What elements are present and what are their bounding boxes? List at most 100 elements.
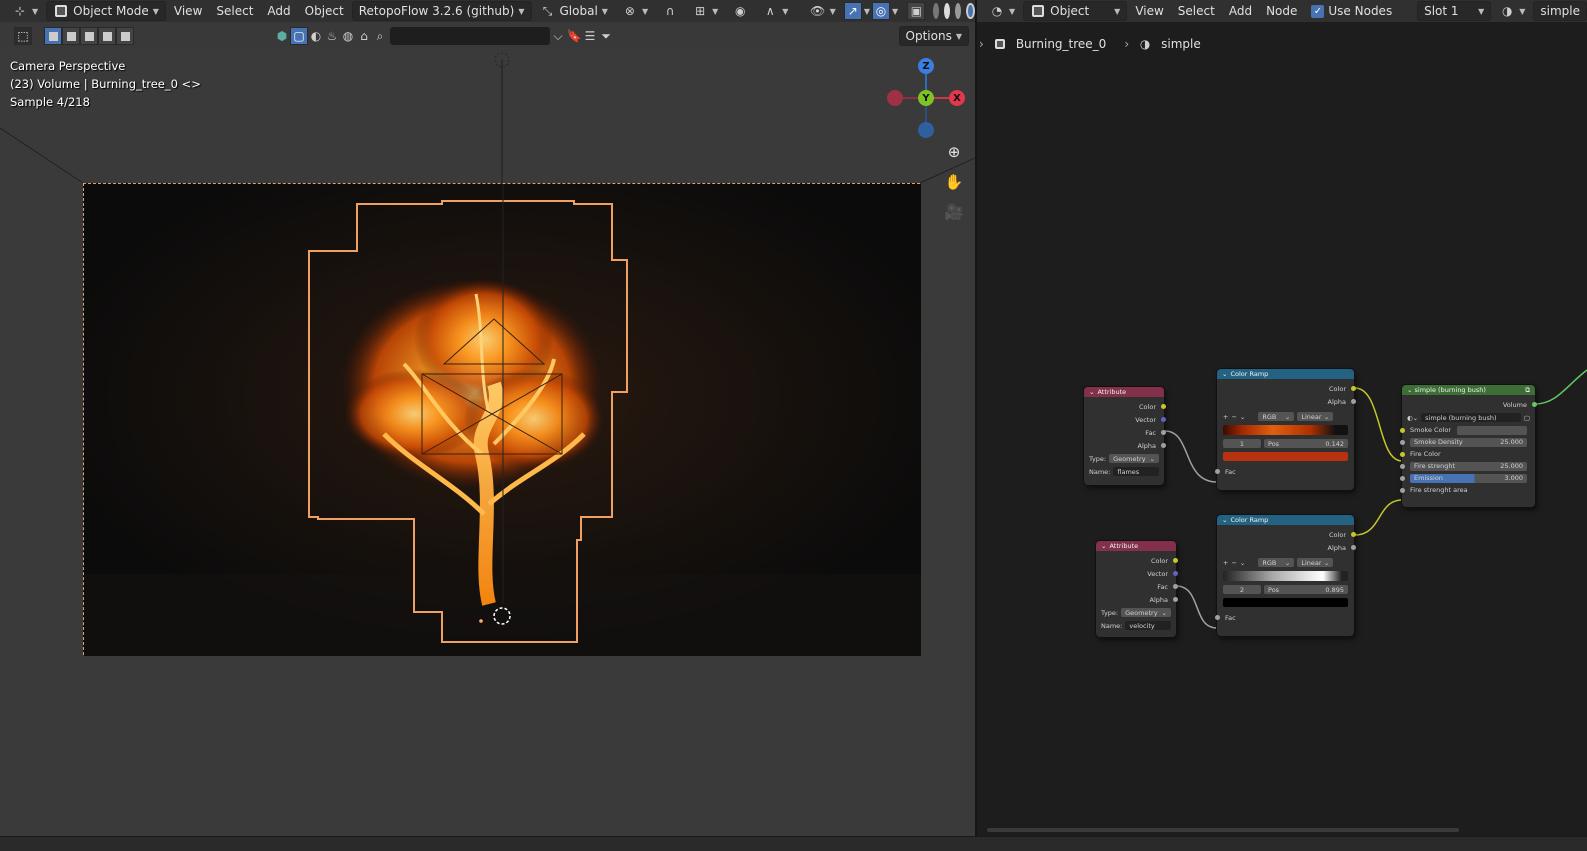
- editor-type-button[interactable]: ◔ ▼: [983, 1, 1021, 21]
- collapse-arrow-icon[interactable]: ⌄: [1089, 388, 1094, 396]
- node-title: simple (burning bush): [1414, 386, 1486, 394]
- shader-type-dropdown[interactable]: Object ▼: [1023, 1, 1128, 21]
- menu-select[interactable]: Select: [1172, 1, 1221, 21]
- socket-icon[interactable]: [1161, 430, 1166, 435]
- smoke-density-field[interactable]: Smoke Density 25.000: [1410, 437, 1527, 447]
- attribute-node-flames[interactable]: ⌄ Attribute Color Vector Fac Alpha Type: G…: [1084, 387, 1166, 485]
- ramp-gradient[interactable]: [1223, 425, 1348, 435]
- type-dropdown[interactable]: Geometry ⌄: [1109, 454, 1159, 463]
- remove-stop-icon[interactable]: −: [1231, 559, 1236, 567]
- menu-node[interactable]: Node: [1260, 1, 1303, 21]
- collapse-arrow-icon[interactable]: ⌄: [1222, 516, 1227, 524]
- socket-icon[interactable]: [1161, 417, 1166, 422]
- horizontal-scrollbar[interactable]: [987, 828, 1459, 832]
- 3d-viewport[interactable]: ⊹ ▼ Object Mode ▼ View Select Add Object …: [0, 0, 975, 851]
- chevron-down-icon[interactable]: ⌄: [1240, 413, 1245, 421]
- stop-index-field[interactable]: 2: [1223, 585, 1261, 594]
- name-field[interactable]: velocity: [1125, 621, 1171, 630]
- socket-icon[interactable]: [1161, 404, 1166, 409]
- gizmo-z-axis[interactable]: Z: [918, 58, 934, 74]
- node-tree-icon[interactable]: ◐⌄: [1407, 414, 1418, 422]
- socket-icon[interactable]: [1400, 439, 1405, 445]
- use-nodes-toggle[interactable]: ✓ Use Nodes: [1305, 1, 1398, 21]
- navigation-gizmo[interactable]: Z X Y: [880, 55, 970, 145]
- remove-stop-icon[interactable]: −: [1231, 413, 1236, 421]
- emission-slider[interactable]: Emission 3.000: [1410, 473, 1527, 483]
- gizmo-neg-z-axis[interactable]: [918, 122, 934, 138]
- socket-icon[interactable]: [1400, 463, 1405, 469]
- node-header[interactable]: ⌄ Color Ramp: [1217, 369, 1354, 379]
- socket-icon[interactable]: [1400, 451, 1405, 457]
- gizmo-neg-x-axis[interactable]: [887, 90, 903, 106]
- socket-icon[interactable]: [1532, 402, 1537, 407]
- node-header[interactable]: ⌄ Attribute: [1096, 541, 1176, 551]
- name-label: Name:: [1101, 621, 1123, 630]
- group-selector: ◐⌄ simple (burning bush) ▢: [1402, 411, 1535, 424]
- link-ramp2-shader: [1354, 499, 1403, 536]
- socket-icon[interactable]: [1161, 443, 1166, 448]
- menu-view[interactable]: View: [1129, 1, 1169, 21]
- collapse-arrow-icon[interactable]: ⌄: [1407, 386, 1412, 394]
- stop-pos-field[interactable]: Pos 0.142: [1264, 439, 1348, 448]
- slot-dropdown[interactable]: Slot 1 ▼: [1417, 1, 1492, 21]
- add-stop-icon[interactable]: +: [1223, 559, 1228, 567]
- input-fire-strength: Fire strenght 25.000: [1400, 460, 1535, 472]
- shader-node-editor[interactable]: ◔ ▼ Object ▼ View Select Add Node ✓ Use N…: [977, 0, 1587, 836]
- socket-icon[interactable]: [1173, 558, 1178, 563]
- name-field[interactable]: flames: [1113, 467, 1159, 476]
- node-header[interactable]: ⌄ simple (burning bush) ⧉: [1402, 385, 1535, 395]
- interpolation-dropdown[interactable]: Linear ⌄: [1297, 412, 1334, 421]
- collapse-arrow-icon[interactable]: ⌄: [1222, 370, 1227, 378]
- socket-label: Color: [1139, 402, 1156, 411]
- socket-icon[interactable]: [1351, 386, 1356, 391]
- socket-icon[interactable]: [1400, 475, 1405, 481]
- socket-icon[interactable]: [1173, 584, 1178, 589]
- ramp-gradient[interactable]: [1223, 571, 1348, 581]
- active-object-label: (23) Volume | Burning_tree_0 <>: [10, 77, 201, 91]
- chevron-down-icon[interactable]: ⌄: [1240, 559, 1245, 567]
- interpolation-dropdown[interactable]: Linear ⌄: [1297, 558, 1334, 567]
- gizmo-x-axis[interactable]: X: [949, 90, 965, 106]
- node-header[interactable]: ⌄ Attribute: [1084, 387, 1164, 397]
- socket-icon[interactable]: [1173, 571, 1178, 576]
- socket-icon[interactable]: [1400, 487, 1405, 493]
- menu-add[interactable]: Add: [1223, 1, 1258, 21]
- socket-icon[interactable]: [1351, 399, 1356, 404]
- color-mode-dropdown[interactable]: RGB ⌄: [1258, 412, 1295, 421]
- breadcrumb-material[interactable]: simple: [1161, 37, 1201, 51]
- stop-color-swatch[interactable]: [1223, 452, 1348, 461]
- burning-bush-group-node[interactable]: ⌄ simple (burning bush) ⧉ Volume ◐⌄ simpl…: [1400, 385, 1537, 507]
- stop-color-swatch[interactable]: [1223, 598, 1348, 607]
- attribute-node-velocity[interactable]: ⌄ Attribute Color Vector Fac Alpha Type: G…: [1096, 541, 1178, 637]
- group-icon[interactable]: ⧉: [1525, 386, 1530, 395]
- group-name-field[interactable]: simple (burning bush): [1421, 413, 1521, 422]
- smoke-color-swatch[interactable]: [1457, 425, 1527, 435]
- socket-icon[interactable]: [1173, 597, 1178, 602]
- socket-label: Vector: [1135, 415, 1156, 424]
- add-stop-icon[interactable]: +: [1223, 413, 1228, 421]
- stop-pos-field[interactable]: Pos 0.895: [1264, 585, 1348, 594]
- material-name-field[interactable]: simple: [1533, 1, 1587, 21]
- chevron-down-icon: ⌄: [1149, 454, 1155, 463]
- zoom-icon[interactable]: ⊕: [942, 140, 966, 164]
- material-browse-button[interactable]: ◑ ▼: [1493, 1, 1531, 21]
- socket-icon[interactable]: [1400, 427, 1405, 433]
- color-ramp-node-1[interactable]: ⌄ Color Ramp Color Alpha + − ⌄ RGB ⌄ Linear ⌄…: [1215, 369, 1356, 490]
- stop-index-field[interactable]: 1: [1223, 439, 1261, 448]
- type-dropdown[interactable]: Geometry ⌄: [1121, 608, 1171, 617]
- socket-icon[interactable]: [1351, 532, 1356, 537]
- camera-view-icon[interactable]: 🎥: [942, 200, 966, 224]
- color-ramp-node-2[interactable]: ⌄ Color Ramp Color Alpha + − ⌄ RGB ⌄ Linear ⌄…: [1215, 515, 1356, 636]
- breadcrumb-object[interactable]: Burning_tree_0: [1016, 37, 1107, 51]
- fake-user-icon[interactable]: ▢: [1524, 414, 1530, 422]
- socket-icon[interactable]: [1351, 545, 1356, 550]
- shader-type-label: Object: [1050, 4, 1090, 18]
- hand-pan-icon[interactable]: ✋: [942, 170, 966, 194]
- gizmo-y-axis[interactable]: Y: [918, 90, 934, 106]
- color-mode-dropdown[interactable]: RGB ⌄: [1258, 558, 1295, 567]
- socket-icon[interactable]: [1215, 469, 1220, 474]
- node-header[interactable]: ⌄ Color Ramp: [1217, 515, 1354, 525]
- collapse-arrow-icon[interactable]: ⌄: [1101, 542, 1106, 550]
- fire-strength-field[interactable]: Fire strenght 25.000: [1410, 461, 1527, 471]
- socket-icon[interactable]: [1215, 615, 1220, 620]
